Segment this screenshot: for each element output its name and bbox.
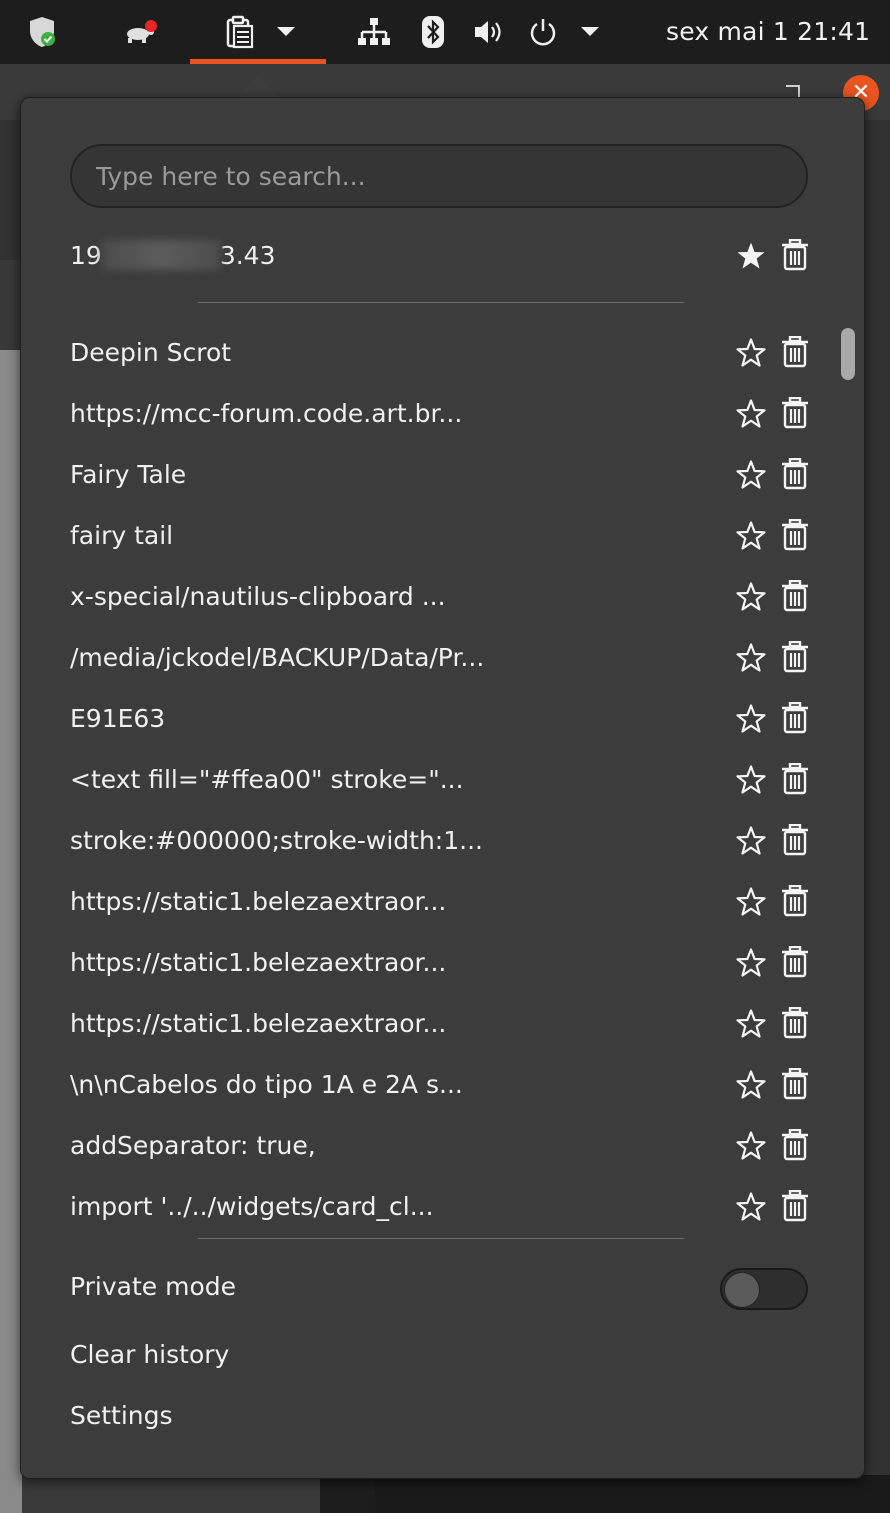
history-item[interactable]: https://mcc-forum.code.art.br... bbox=[70, 383, 814, 444]
trash-icon[interactable] bbox=[781, 239, 809, 271]
private-mode-label[interactable]: Private mode bbox=[70, 1257, 236, 1317]
history-item-text: \n\nCabelos do tipo 1A e 2A s... bbox=[70, 1070, 463, 1099]
star-outline-icon[interactable] bbox=[736, 338, 766, 368]
history-item[interactable]: import '../../widgets/card_cl... bbox=[70, 1176, 814, 1237]
star-outline-icon[interactable] bbox=[736, 887, 766, 917]
clear-history-item[interactable]: Clear history bbox=[70, 1325, 229, 1385]
history-item[interactable]: https://static1.belezaextraor... bbox=[70, 871, 814, 932]
trash-icon[interactable] bbox=[781, 946, 809, 978]
history-item[interactable]: addSeparator: true, bbox=[70, 1115, 814, 1176]
history-item[interactable]: stroke:#000000;stroke-width:1... bbox=[70, 810, 814, 871]
popup-arrow bbox=[236, 75, 280, 98]
clipboard-icon[interactable] bbox=[222, 0, 256, 64]
history-item-text: import '../../widgets/card_cl... bbox=[70, 1192, 434, 1221]
pinned-item[interactable]: 19 3.43 bbox=[70, 225, 814, 286]
star-outline-icon[interactable] bbox=[736, 460, 766, 490]
power-icon[interactable] bbox=[527, 0, 559, 64]
background-pane bbox=[0, 350, 22, 1513]
shield-check-icon[interactable] bbox=[22, 0, 62, 64]
bluetooth-icon[interactable] bbox=[419, 0, 447, 64]
search-input[interactable] bbox=[70, 144, 808, 208]
trash-icon[interactable] bbox=[781, 641, 809, 673]
star-outline-icon[interactable] bbox=[736, 826, 766, 856]
star-outline-icon[interactable] bbox=[736, 1192, 766, 1222]
pinned-item-prefix: 19 bbox=[70, 241, 102, 270]
history-item-text: fairy tail bbox=[70, 521, 174, 550]
pinned-item-suffix: 3.43 bbox=[219, 241, 276, 270]
trash-icon[interactable] bbox=[781, 1129, 809, 1161]
toggle-knob bbox=[724, 1272, 760, 1308]
scrollbar-thumb[interactable] bbox=[841, 328, 855, 380]
star-outline-icon[interactable] bbox=[736, 704, 766, 734]
history-item-text: https://mcc-forum.code.art.br... bbox=[70, 399, 463, 428]
settings-item[interactable]: Settings bbox=[70, 1386, 173, 1446]
clipboard-popup: 193.43 Private mode Clear history Settin… bbox=[20, 97, 865, 1479]
trash-icon[interactable] bbox=[781, 519, 809, 551]
history-item[interactable]: /media/jckodel/BACKUP/Data/Pr... bbox=[70, 627, 814, 688]
star-outline-icon[interactable] bbox=[736, 765, 766, 795]
history-item-text: https://static1.belezaextraor... bbox=[70, 1009, 447, 1038]
history-item-text: https://static1.belezaextraor... bbox=[70, 887, 447, 916]
background-pane bbox=[0, 120, 22, 260]
separator bbox=[198, 302, 684, 303]
history-item-text: addSeparator: true, bbox=[70, 1131, 316, 1160]
history-item[interactable]: https://static1.belezaextraor... bbox=[70, 932, 814, 993]
clock[interactable]: sex mai 1 21:41 bbox=[666, 0, 870, 64]
history-item[interactable]: \n\nCabelos do tipo 1A e 2A s... bbox=[70, 1054, 814, 1115]
star-outline-icon[interactable] bbox=[736, 948, 766, 978]
background-pane bbox=[0, 260, 22, 350]
turtle-notification-icon[interactable] bbox=[118, 0, 162, 64]
star-outline-icon[interactable] bbox=[736, 521, 766, 551]
trash-icon[interactable] bbox=[781, 763, 809, 795]
history-item[interactable]: Fairy Tale bbox=[70, 444, 814, 505]
trash-icon[interactable] bbox=[781, 885, 809, 917]
history-item-text: stroke:#000000;stroke-width:1... bbox=[70, 826, 483, 855]
history-item[interactable]: https://static1.belezaextraor... bbox=[70, 993, 814, 1054]
trash-icon[interactable] bbox=[781, 580, 809, 612]
history-item-text: <text fill="#ffea00" stroke="... bbox=[70, 765, 464, 794]
history-item-text: x-special/nautilus-clipboard ... bbox=[70, 582, 446, 611]
star-outline-icon[interactable] bbox=[736, 1070, 766, 1100]
chevron-down-icon[interactable] bbox=[274, 0, 298, 64]
separator bbox=[198, 1238, 684, 1239]
network-icon[interactable] bbox=[356, 0, 392, 64]
history-item-text: https://static1.belezaextraor... bbox=[70, 948, 447, 977]
background-pane bbox=[320, 1475, 380, 1513]
star-filled-icon[interactable] bbox=[736, 241, 766, 271]
star-outline-icon[interactable] bbox=[736, 1131, 766, 1161]
history-item[interactable]: Deepin Scrot bbox=[70, 322, 814, 383]
history-item-text: /media/jckodel/BACKUP/Data/Pr... bbox=[70, 643, 485, 672]
history-item[interactable]: fairy tail bbox=[70, 505, 814, 566]
star-outline-icon[interactable] bbox=[736, 399, 766, 429]
star-outline-icon[interactable] bbox=[736, 582, 766, 612]
volume-icon[interactable] bbox=[472, 0, 506, 64]
background-pane bbox=[375, 1475, 890, 1513]
trash-icon[interactable] bbox=[781, 702, 809, 734]
history-item[interactable]: E91E63 bbox=[70, 688, 814, 749]
active-indicator bbox=[190, 59, 326, 64]
private-mode-toggle[interactable] bbox=[720, 1268, 808, 1310]
background-pane bbox=[862, 120, 890, 1480]
chevron-down-icon[interactable] bbox=[578, 0, 602, 64]
trash-icon[interactable] bbox=[781, 458, 809, 490]
pinned-item-text: 19 3.43 bbox=[70, 225, 275, 286]
trash-icon[interactable] bbox=[781, 1007, 809, 1039]
trash-icon[interactable] bbox=[781, 1190, 809, 1222]
trash-icon[interactable] bbox=[781, 397, 809, 429]
trash-icon[interactable] bbox=[781, 824, 809, 856]
history-item-text: Fairy Tale bbox=[70, 460, 187, 489]
top-panel: sex mai 1 21:41 bbox=[0, 0, 890, 64]
redacted-block bbox=[101, 240, 220, 270]
history-item[interactable]: x-special/nautilus-clipboard ... bbox=[70, 566, 814, 627]
history-item-text: E91E63 bbox=[70, 704, 166, 733]
history-item-text: Deepin Scrot bbox=[70, 338, 232, 367]
history-item[interactable]: <text fill="#ffea00" stroke="... bbox=[70, 749, 814, 810]
trash-icon[interactable] bbox=[781, 1068, 809, 1100]
trash-icon[interactable] bbox=[781, 336, 809, 368]
star-outline-icon[interactable] bbox=[736, 643, 766, 673]
star-outline-icon[interactable] bbox=[736, 1009, 766, 1039]
